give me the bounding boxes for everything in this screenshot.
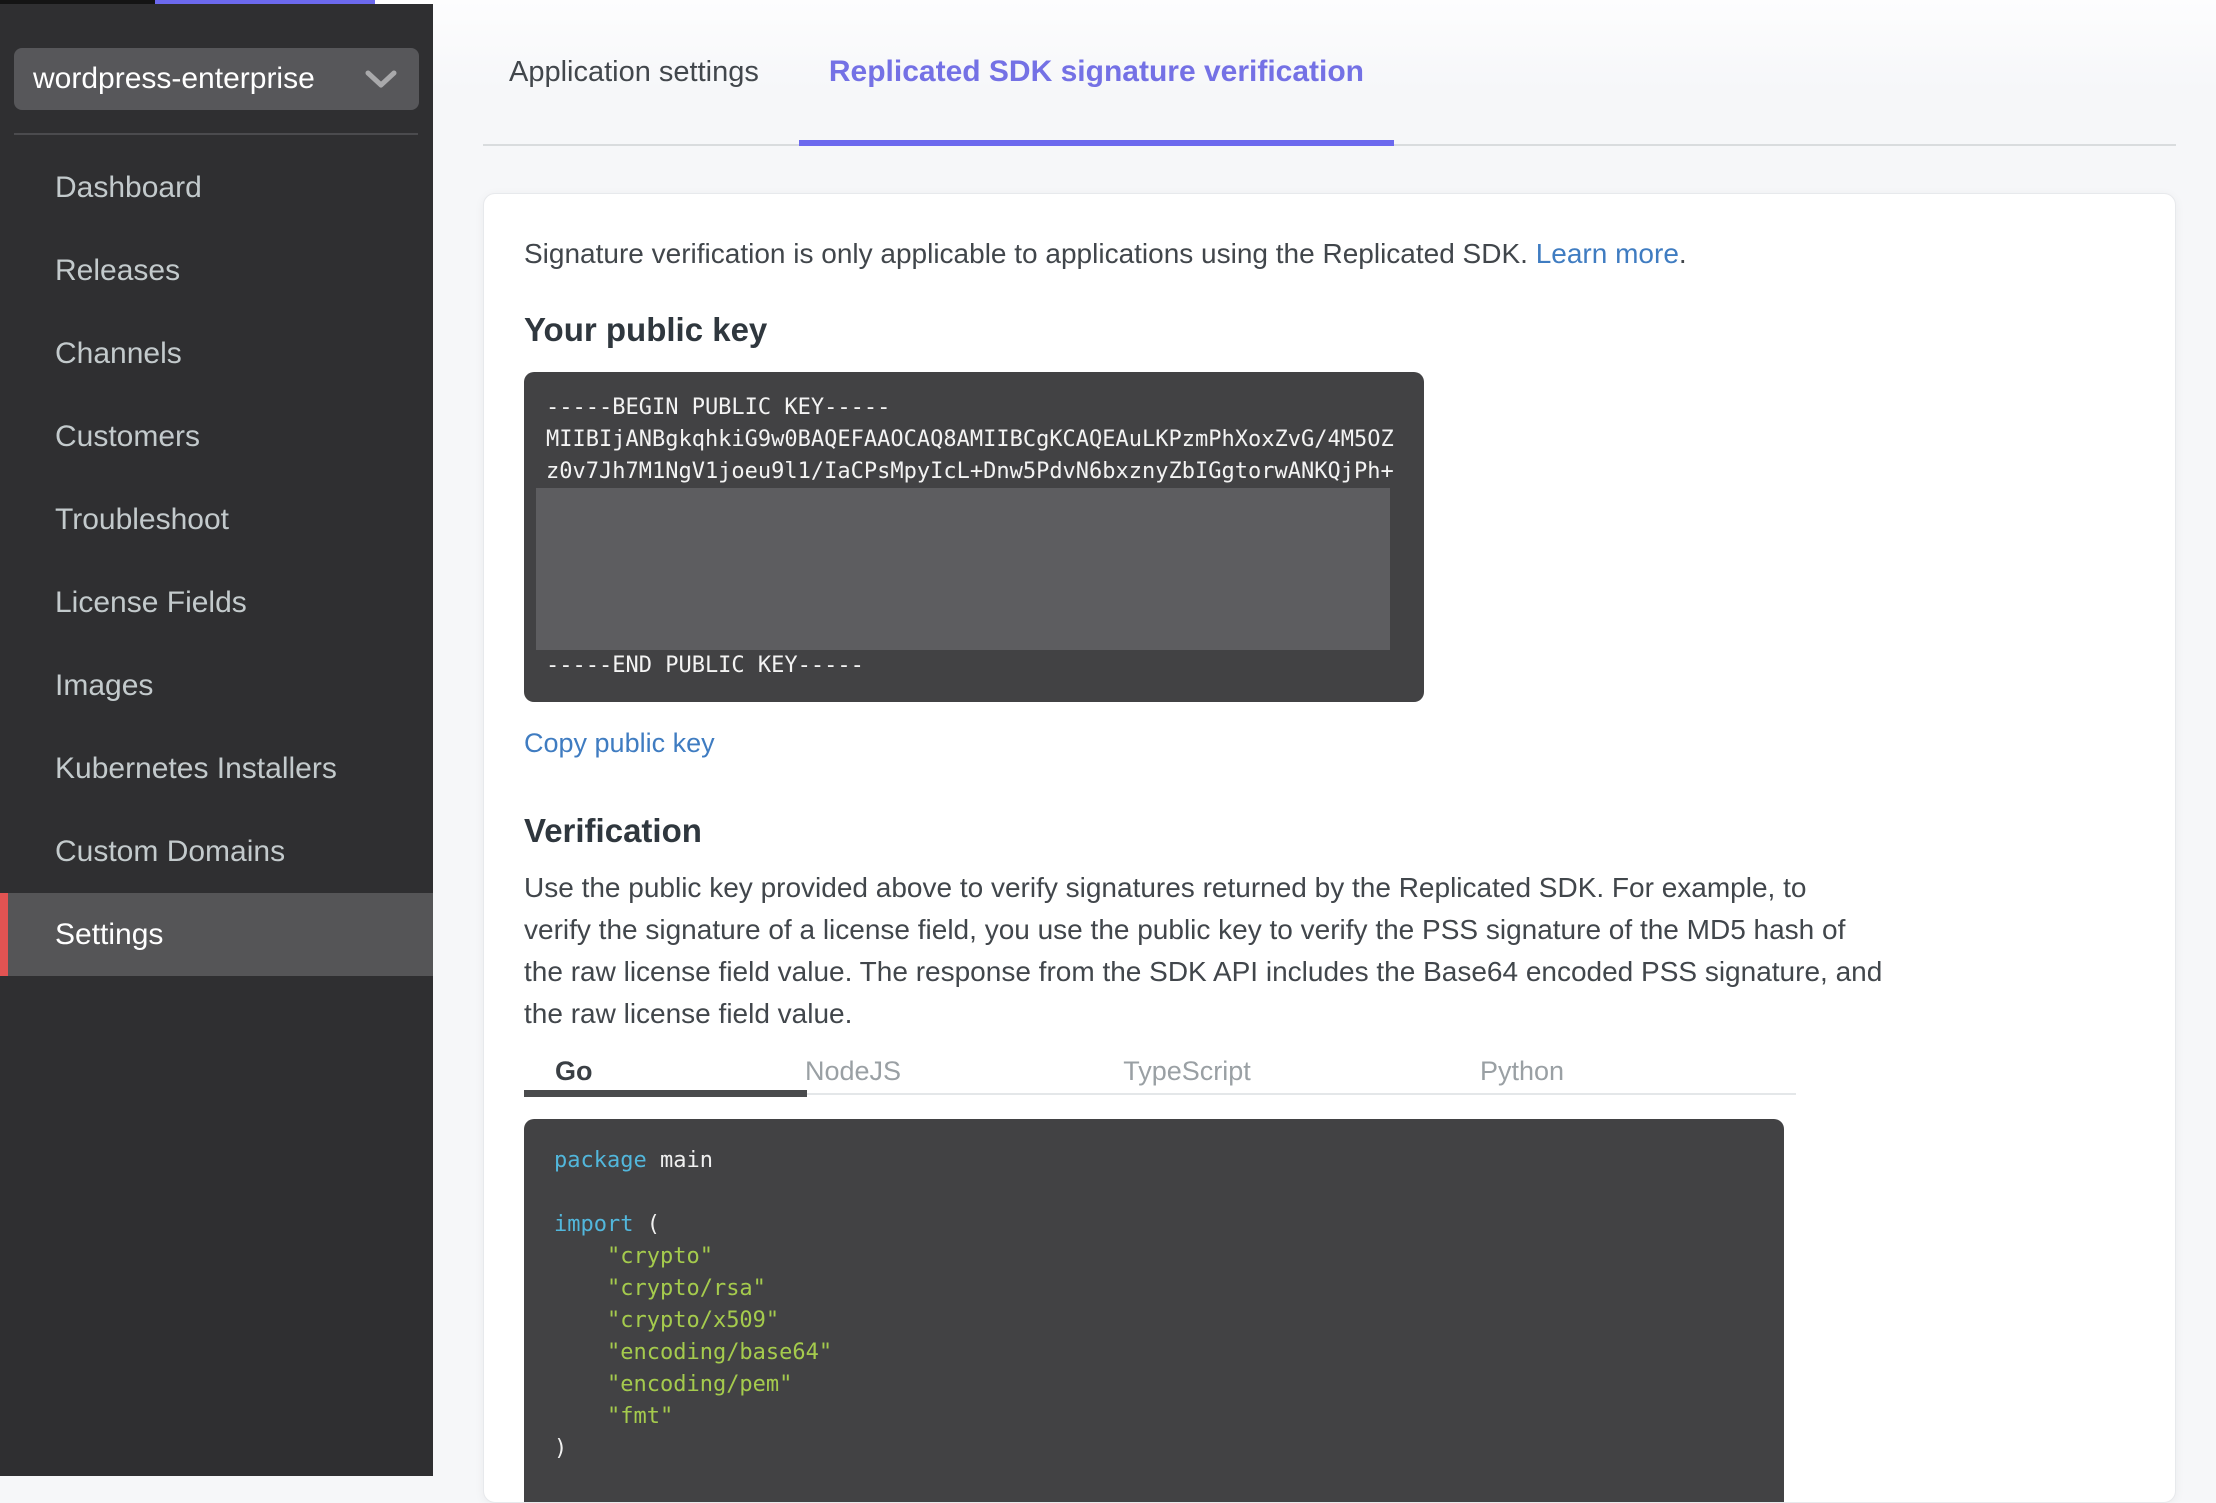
chevron-down-icon	[365, 70, 397, 88]
verification-description-line: verify the signature of a license field,…	[524, 914, 1846, 945]
app-root: wordpress-enterprise Dashboard Releases Ch…	[0, 0, 2216, 1503]
key-line-2: z0v7Jh7M1NgV1joeu9l1/IaCPsMpyIcL+Dnw5Pdv…	[546, 459, 1394, 484]
code-line: )	[554, 1433, 1754, 1465]
active-language-underline	[524, 1090, 807, 1097]
sidebar-item-custom-domains[interactable]: Custom Domains	[0, 810, 433, 893]
language-tab-typescript[interactable]: TypeScript	[1123, 1049, 1251, 1093]
sidebar-item-label: Images	[55, 668, 154, 702]
go-code-block: package main import ( "crypto" "crypto/r…	[524, 1119, 1784, 1502]
app-selector-value: wordpress-enterprise	[33, 62, 315, 95]
sidebar-item-troubleshoot[interactable]: Troubleshoot	[0, 478, 433, 561]
app-selector-dropdown[interactable]: wordpress-enterprise	[14, 48, 419, 110]
public-key-block: -----BEGIN PUBLIC KEY----- MIIBIjANBgkqh…	[524, 372, 1424, 702]
sdk-verification-card: Signature verification is only applicabl…	[483, 193, 2176, 1503]
code-token-pl: (	[633, 1212, 660, 1237]
code-token-str: "fmt"	[606, 1404, 674, 1429]
top-strip	[0, 0, 433, 4]
code-token-kw: package	[554, 1148, 647, 1173]
language-tabs: Go NodeJS TypeScript Python	[524, 1049, 1796, 1097]
verification-description: Use the public key provided above to ver…	[524, 867, 2135, 1035]
language-tab-python[interactable]: Python	[1480, 1049, 1564, 1093]
code-line: "crypto/x509"	[554, 1305, 1754, 1337]
sidebar-item-label: Releases	[55, 253, 181, 287]
sidebar-item-label: Customers	[55, 419, 201, 453]
sidebar-item-license-fields[interactable]: License Fields	[0, 561, 433, 644]
sidebar-item-label: Dashboard	[55, 170, 202, 204]
code-token-pl: )	[554, 1436, 568, 1461]
main-content: Application settings Replicated SDK signa…	[433, 0, 2216, 1503]
tab-replicated-sdk-signature-verification[interactable]: Replicated SDK signature verification	[798, 0, 1395, 146]
code-line: "crypto/rsa"	[554, 1273, 1754, 1305]
key-end-line: -----END PUBLIC KEY-----	[546, 653, 864, 678]
copy-public-key-link[interactable]: Copy public key	[524, 728, 715, 759]
code-token-pl: main	[646, 1148, 713, 1173]
public-key-heading: Your public key	[524, 311, 768, 348]
language-tab-nodejs[interactable]: NodeJS	[805, 1049, 901, 1093]
code-line: "encoding/pem"	[554, 1369, 1754, 1401]
code-line: "encoding/base64"	[554, 1337, 1754, 1369]
sidebar-item-label: License Fields	[55, 585, 247, 619]
sidebar-item-releases[interactable]: Releases	[0, 229, 433, 312]
sidebar-item-kubernetes-installers[interactable]: Kubernetes Installers	[0, 727, 433, 810]
sidebar-divider	[14, 133, 418, 135]
intro-period: .	[1678, 238, 1687, 269]
sidebar-nav: Dashboard Releases Channels Customers Troubl…	[0, 146, 433, 976]
sidebar-item-settings[interactable]: Settings	[0, 893, 433, 976]
sidebar-item-label: Kubernetes Installers	[55, 751, 337, 785]
key-begin-line: -----BEGIN PUBLIC KEY-----	[546, 395, 891, 420]
code-token-str: "encoding/base64"	[606, 1340, 833, 1365]
verification-description-line: the raw license field value.	[524, 998, 853, 1029]
code-token-str: "crypto/x509"	[606, 1308, 780, 1333]
sidebar-item-label: Custom Domains	[55, 834, 286, 868]
verification-heading: Verification	[524, 812, 702, 849]
settings-tabs: Application settings Replicated SDK signa…	[483, 0, 2176, 146]
sidebar-item-label: Settings	[55, 917, 164, 951]
sidebar-item-customers[interactable]: Customers	[0, 395, 433, 478]
top-strip-dark-segment	[0, 0, 155, 4]
learn-more-link[interactable]: Learn more	[1536, 238, 1679, 269]
sidebar: wordpress-enterprise Dashboard Releases Ch…	[0, 0, 433, 1476]
tab-application-settings[interactable]: Application settings	[509, 56, 759, 89]
key-line-1: MIIBIjANBgkqhkiG9w0BAQEFAAOCAQ8AMIIBCgKC…	[546, 427, 1394, 452]
sidebar-item-channels[interactable]: Channels	[0, 312, 433, 395]
code-token-kw: import	[554, 1212, 634, 1237]
code-line: "crypto"	[554, 1241, 1754, 1273]
code-token-str: "encoding/pem"	[606, 1372, 793, 1397]
sidebar-item-label: Channels	[55, 336, 182, 370]
redacted-key-overlay	[536, 488, 1390, 650]
code-token-str: "crypto/rsa"	[606, 1276, 766, 1301]
verification-description-line: the raw license field value. The respons…	[524, 956, 1883, 987]
code-line: package main	[554, 1145, 1754, 1177]
sidebar-item-dashboard[interactable]: Dashboard	[0, 146, 433, 229]
verification-description-line: Use the public key provided above to ver…	[524, 872, 1807, 903]
code-line: import (	[554, 1209, 1754, 1241]
code-token-str: "crypto"	[606, 1244, 713, 1269]
code-line: "fmt"	[554, 1401, 1754, 1433]
sidebar-item-images[interactable]: Images	[0, 644, 433, 727]
language-tab-go[interactable]: Go	[555, 1049, 593, 1093]
intro-text: Signature verification is only applicabl…	[524, 238, 2135, 270]
intro-sentence: Signature verification is only applicabl…	[524, 238, 1536, 269]
sidebar-item-label: Troubleshoot	[55, 502, 229, 536]
top-strip-purple-segment	[155, 0, 375, 4]
